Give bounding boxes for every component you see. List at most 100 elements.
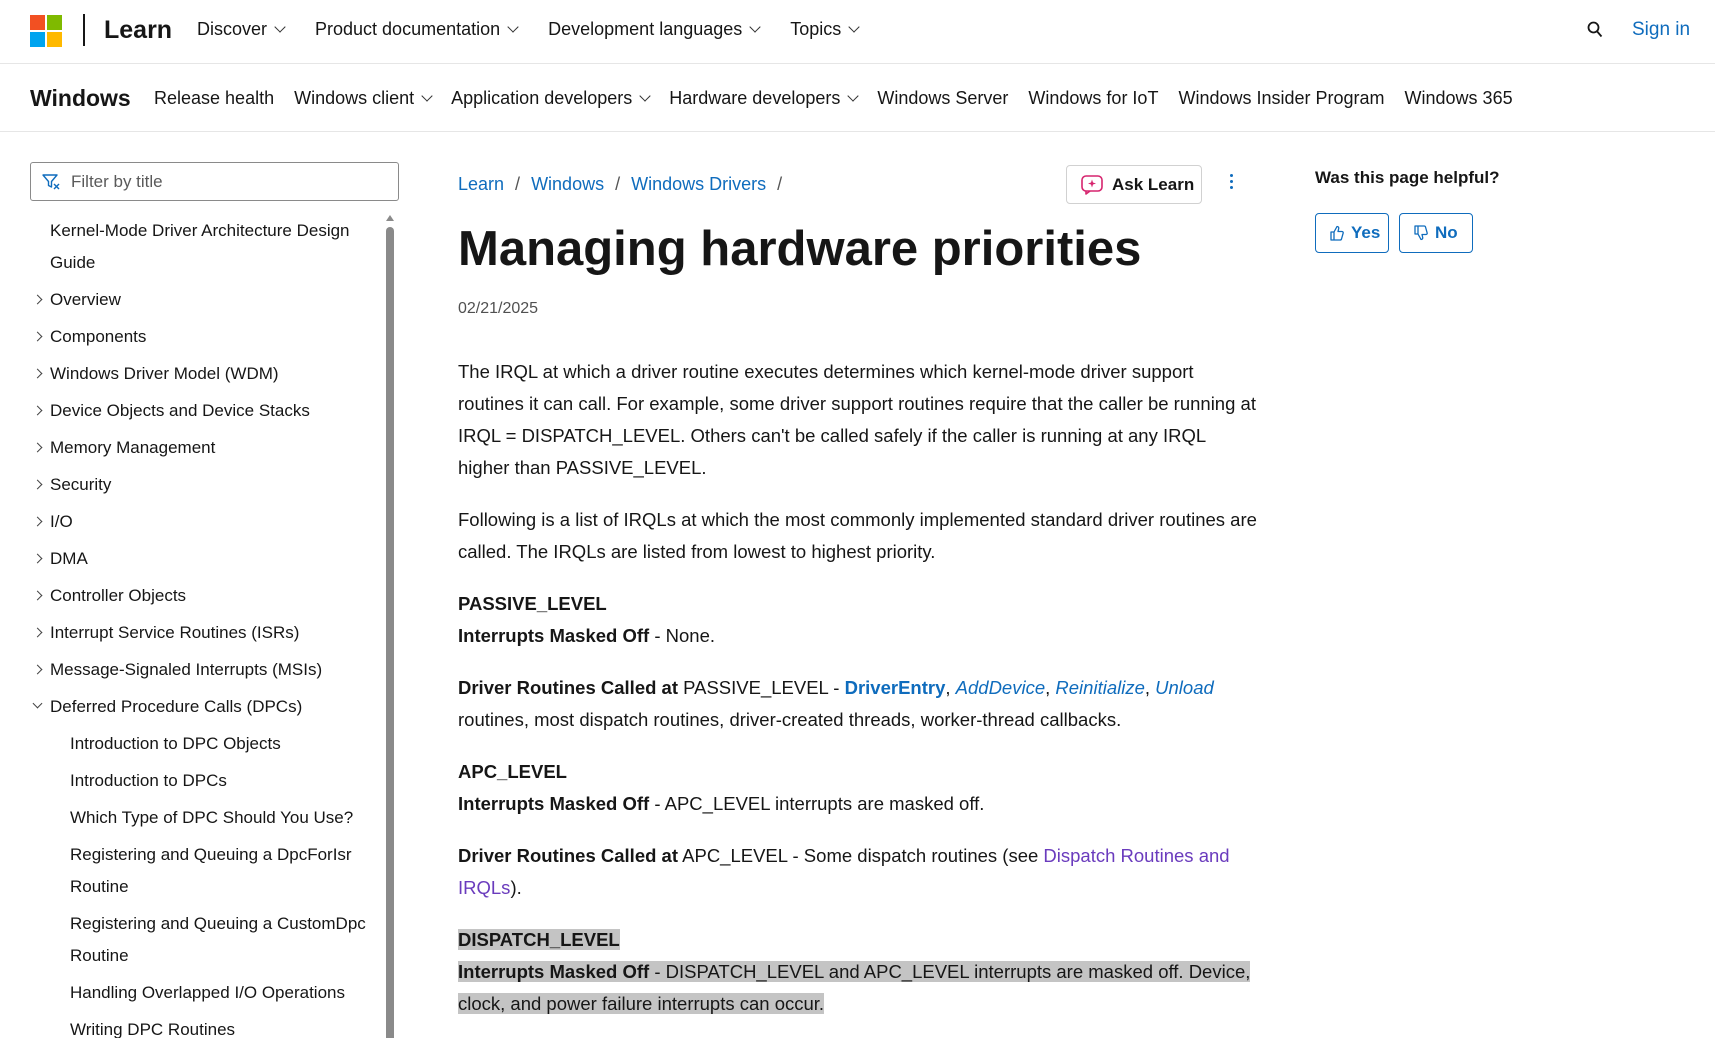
learn-brand-link[interactable]: Learn — [104, 16, 172, 45]
toc-item[interactable]: I/O — [30, 506, 385, 538]
ask-learn-label: Ask Learn — [1112, 174, 1195, 194]
passive-level-block: PASSIVE_LEVEL Interrupts Masked Off - No… — [458, 588, 1258, 652]
toc-item[interactable]: Which Type of DPC Should You Use? — [30, 802, 385, 834]
passive-routines-block: Driver Routines Called at PASSIVE_LEVEL … — [458, 672, 1258, 736]
subnav-release-health[interactable]: Release health — [154, 88, 274, 109]
toc-item[interactable]: Kernel-Mode Driver Architecture Design G… — [30, 215, 385, 279]
subnav-windows-for-iot[interactable]: Windows for IoT — [1028, 88, 1158, 109]
link-driverentry[interactable]: DriverEntry — [845, 677, 946, 698]
chevron-right-icon[interactable] — [32, 627, 43, 638]
chevron-right-icon[interactable] — [32, 516, 43, 527]
subnav-windows-server[interactable]: Windows Server — [877, 88, 1008, 109]
breadcrumb-learn[interactable]: Learn — [458, 174, 504, 195]
toc-scrollbar[interactable] — [386, 215, 394, 1038]
highlighted-selection: Interrupts Masked Off - DISPATCH_LEVEL a… — [458, 961, 1251, 1014]
microsoft-logo[interactable] — [30, 15, 62, 47]
toc-item[interactable]: Handling Overlapped I/O Operations — [30, 977, 385, 1009]
chevron-right-icon[interactable] — [32, 553, 43, 564]
breadcrumb-separator: / — [515, 174, 521, 194]
toc-item[interactable]: Overview — [30, 284, 385, 316]
toc-item[interactable]: Interrupt Service Routines (ISRs) — [30, 617, 385, 649]
chevron-right-icon[interactable] — [32, 664, 43, 675]
thumbs-up-icon — [1330, 225, 1344, 241]
scroll-up-arrow-icon[interactable] — [386, 215, 394, 221]
breadcrumb-separator: / — [615, 174, 621, 194]
toc-item-label: Controller Objects — [50, 586, 187, 605]
filter-input[interactable] — [71, 171, 391, 193]
toc-item[interactable]: Message-Signaled Interrupts (MSIs) — [30, 654, 385, 686]
nav-label: Application developers — [451, 88, 633, 108]
chevron-right-icon[interactable] — [32, 442, 43, 453]
chevron-right-icon[interactable] — [32, 331, 43, 342]
subnav-windows-client[interactable]: Windows client — [294, 88, 433, 109]
toc-item-label: Interrupt Service Routines (ISRs) — [50, 623, 300, 642]
toc-item[interactable]: Security — [30, 469, 385, 501]
toc-item[interactable]: Writing DPC Routines — [30, 1014, 385, 1038]
nav-label: Windows for IoT — [1028, 88, 1159, 108]
toc-item[interactable]: Components — [30, 321, 385, 353]
chevron-right-icon[interactable] — [32, 294, 43, 305]
article-date: 02/21/2025 — [458, 300, 539, 317]
toc-item[interactable]: Controller Objects — [30, 580, 385, 612]
nav-development-languages[interactable]: Development languages — [548, 19, 761, 40]
toc-item[interactable]: Deferred Procedure Calls (DPCs) — [30, 691, 385, 723]
toc-item[interactable]: Memory Management — [30, 432, 385, 464]
dispatch-level-block: DISPATCH_LEVEL Interrupts Masked Off - D… — [458, 924, 1258, 1020]
page-title: Managing hardware priorities — [458, 222, 1142, 276]
thumbs-down-icon — [1414, 225, 1428, 241]
masked-off-label: Interrupts Masked Off — [458, 961, 650, 982]
feedback-yes-label: Yes — [1351, 223, 1381, 242]
toc-item[interactable]: Introduction to DPC Objects — [30, 728, 385, 760]
toc-item-label: Introduction to DPCs — [70, 771, 227, 790]
ask-learn-button[interactable]: Ask Learn — [1066, 165, 1202, 204]
comma: , — [945, 677, 956, 698]
subnav-hardware-developers[interactable]: Hardware developers — [669, 88, 860, 109]
chevron-right-icon[interactable] — [32, 368, 43, 379]
windows-brand-link[interactable]: Windows — [30, 85, 131, 112]
chevron-down-icon[interactable] — [32, 698, 43, 709]
search-icon[interactable] — [1587, 21, 1603, 39]
toc-item-label: Kernel-Mode Driver Architecture Design G… — [50, 221, 350, 272]
nav-topics[interactable]: Topics — [790, 19, 860, 40]
product-header: Windows Release health Windows client Ap… — [0, 64, 1715, 132]
subnav-windows-365[interactable]: Windows 365 — [1405, 88, 1513, 109]
sign-in-link[interactable]: Sign in — [1632, 19, 1690, 41]
feedback-no-button[interactable]: No — [1399, 213, 1473, 253]
scrollbar-thumb[interactable] — [386, 227, 394, 1038]
nav-label: Discover — [197, 19, 268, 39]
breadcrumb-windows[interactable]: Windows — [531, 174, 604, 195]
chevron-right-icon[interactable] — [32, 479, 43, 490]
toc-item-label: Overview — [50, 290, 121, 309]
apc-level-heading: APC_LEVEL — [458, 761, 567, 782]
toc-item[interactable]: Windows Driver Model (WDM) — [30, 358, 385, 390]
toc-item[interactable]: Introduction to DPCs — [30, 765, 385, 797]
more-options-icon[interactable] — [1228, 174, 1234, 194]
routines-called-label: Driver Routines Called at — [458, 677, 679, 698]
breadcrumb-windows-drivers[interactable]: Windows Drivers — [631, 174, 766, 195]
routines-called-text: PASSIVE_LEVEL - — [678, 677, 845, 698]
apc-level-block: APC_LEVEL Interrupts Masked Off - APC_LE… — [458, 756, 1258, 820]
nav-label: Product documentation — [315, 19, 501, 39]
toc-item-label: Handling Overlapped I/O Operations — [70, 983, 345, 1002]
chevron-right-icon[interactable] — [32, 590, 43, 601]
chevron-right-icon[interactable] — [32, 405, 43, 416]
nav-discover[interactable]: Discover — [197, 19, 286, 40]
link-reinitialize[interactable]: Reinitialize — [1055, 677, 1144, 698]
filter-icon — [42, 174, 60, 190]
toc-item[interactable]: Registering and Queuing a DpcForIsr Rout… — [30, 839, 385, 903]
subnav-application-developers[interactable]: Application developers — [451, 88, 651, 109]
feedback-yes-button[interactable]: Yes — [1315, 213, 1389, 253]
toc-item-label: DMA — [50, 549, 88, 568]
toc-filter — [30, 162, 399, 201]
routines-tail-text: routines, most dispatch routines, driver… — [458, 709, 1122, 730]
subnav-windows-insider-program[interactable]: Windows Insider Program — [1178, 88, 1384, 109]
link-adddevice[interactable]: AddDevice — [956, 677, 1045, 698]
link-unload[interactable]: Unload — [1155, 677, 1214, 698]
toc-item[interactable]: Device Objects and Device Stacks — [30, 395, 385, 427]
nav-product-documentation[interactable]: Product documentation — [315, 19, 519, 40]
routines-tail-text: ). — [510, 877, 522, 898]
apc-routines-block: Driver Routines Called at APC_LEVEL - So… — [458, 840, 1258, 904]
toc-item[interactable]: Registering and Queuing a CustomDpc Rout… — [30, 908, 385, 972]
masked-off-text: - APC_LEVEL interrupts are masked off. — [649, 793, 985, 814]
toc-item[interactable]: DMA — [30, 543, 385, 575]
